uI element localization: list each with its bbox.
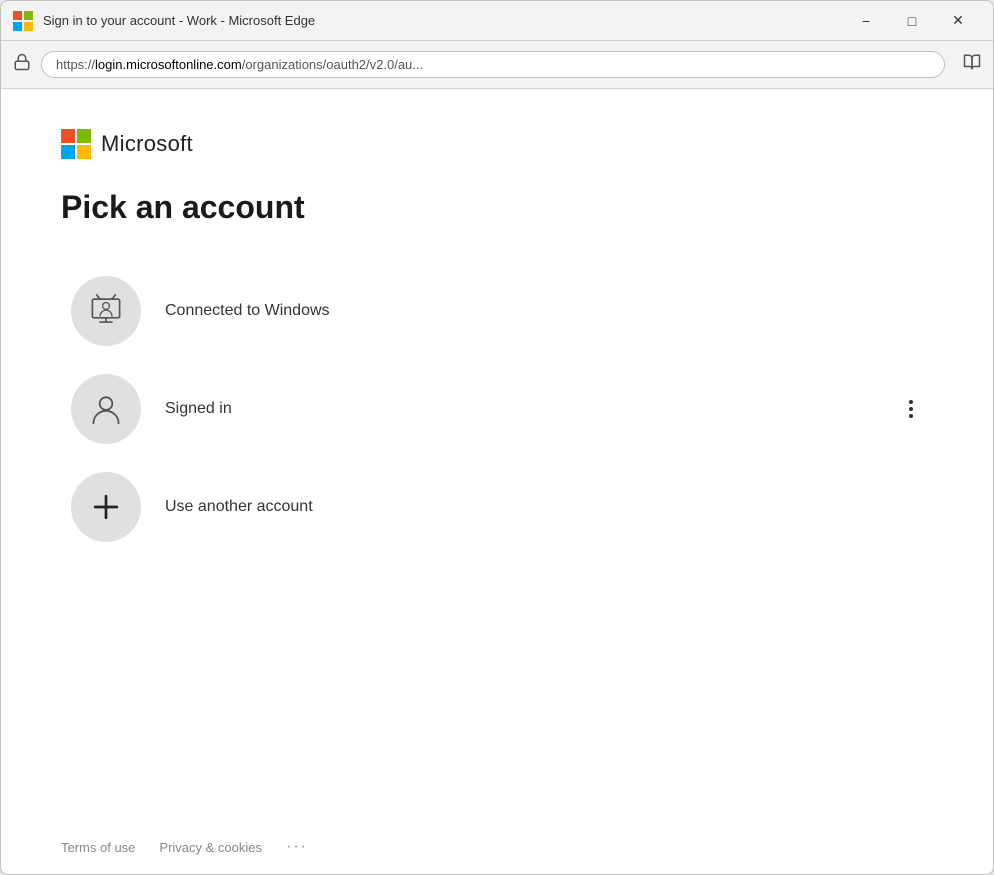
dot-2 <box>909 407 913 411</box>
lock-icon <box>13 53 31 76</box>
account-item-connected-windows[interactable]: Connected to Windows <box>61 262 933 360</box>
more-options-icon[interactable] <box>909 400 913 418</box>
account-item-signed-in[interactable]: Signed in <box>61 360 933 458</box>
account-item-use-another[interactable]: Use another account <box>61 458 933 556</box>
avatar-connected-windows <box>71 276 141 346</box>
window-title: Sign in to your account - Work - Microso… <box>43 13 843 28</box>
account-label-connected-windows: Connected to Windows <box>165 302 330 320</box>
dot-3 <box>909 414 913 418</box>
browser-window: Sign in to your account - Work - Microso… <box>0 0 994 875</box>
page-content: Microsoft Pick an account <box>1 89 993 874</box>
ms-square-green <box>77 129 91 143</box>
account-label-use-another: Use another account <box>165 498 313 516</box>
privacy-cookies-link[interactable]: Privacy & cookies <box>159 840 262 855</box>
url-path: /organizations/oauth2/v2.0/au... <box>242 57 423 72</box>
ms-square-red <box>61 129 75 143</box>
maximize-button[interactable]: □ <box>889 5 935 37</box>
avatar-use-another <box>71 472 141 542</box>
windows-logo <box>13 11 33 31</box>
footer-more-options[interactable]: ··· <box>286 838 308 856</box>
page-heading: Pick an account <box>61 189 933 226</box>
ms-square-blue <box>61 145 75 159</box>
url-prefix: https:// <box>56 57 95 72</box>
ms-squares-icon <box>61 129 91 159</box>
window-controls: − □ ✕ <box>843 5 981 37</box>
reader-mode-icon[interactable] <box>963 53 981 76</box>
page-footer: Terms of use Privacy & cookies ··· <box>1 820 993 874</box>
close-button[interactable]: ✕ <box>935 5 981 37</box>
dot-1 <box>909 400 913 404</box>
microsoft-name: Microsoft <box>101 131 193 157</box>
ms-square-yellow <box>77 145 91 159</box>
url-input[interactable]: https://login.microsoftonline.com/organi… <box>41 51 945 78</box>
microsoft-logo: Microsoft <box>61 129 933 159</box>
account-list: Connected to Windows Signed in <box>61 262 933 556</box>
terms-of-use-link[interactable]: Terms of use <box>61 840 135 855</box>
avatar-signed-in <box>71 374 141 444</box>
address-bar: https://login.microsoftonline.com/organi… <box>1 41 993 89</box>
url-domain: login.microsoftonline.com <box>95 57 242 72</box>
minimize-button[interactable]: − <box>843 5 889 37</box>
account-label-signed-in: Signed in <box>165 400 232 418</box>
title-bar: Sign in to your account - Work - Microso… <box>1 1 993 41</box>
